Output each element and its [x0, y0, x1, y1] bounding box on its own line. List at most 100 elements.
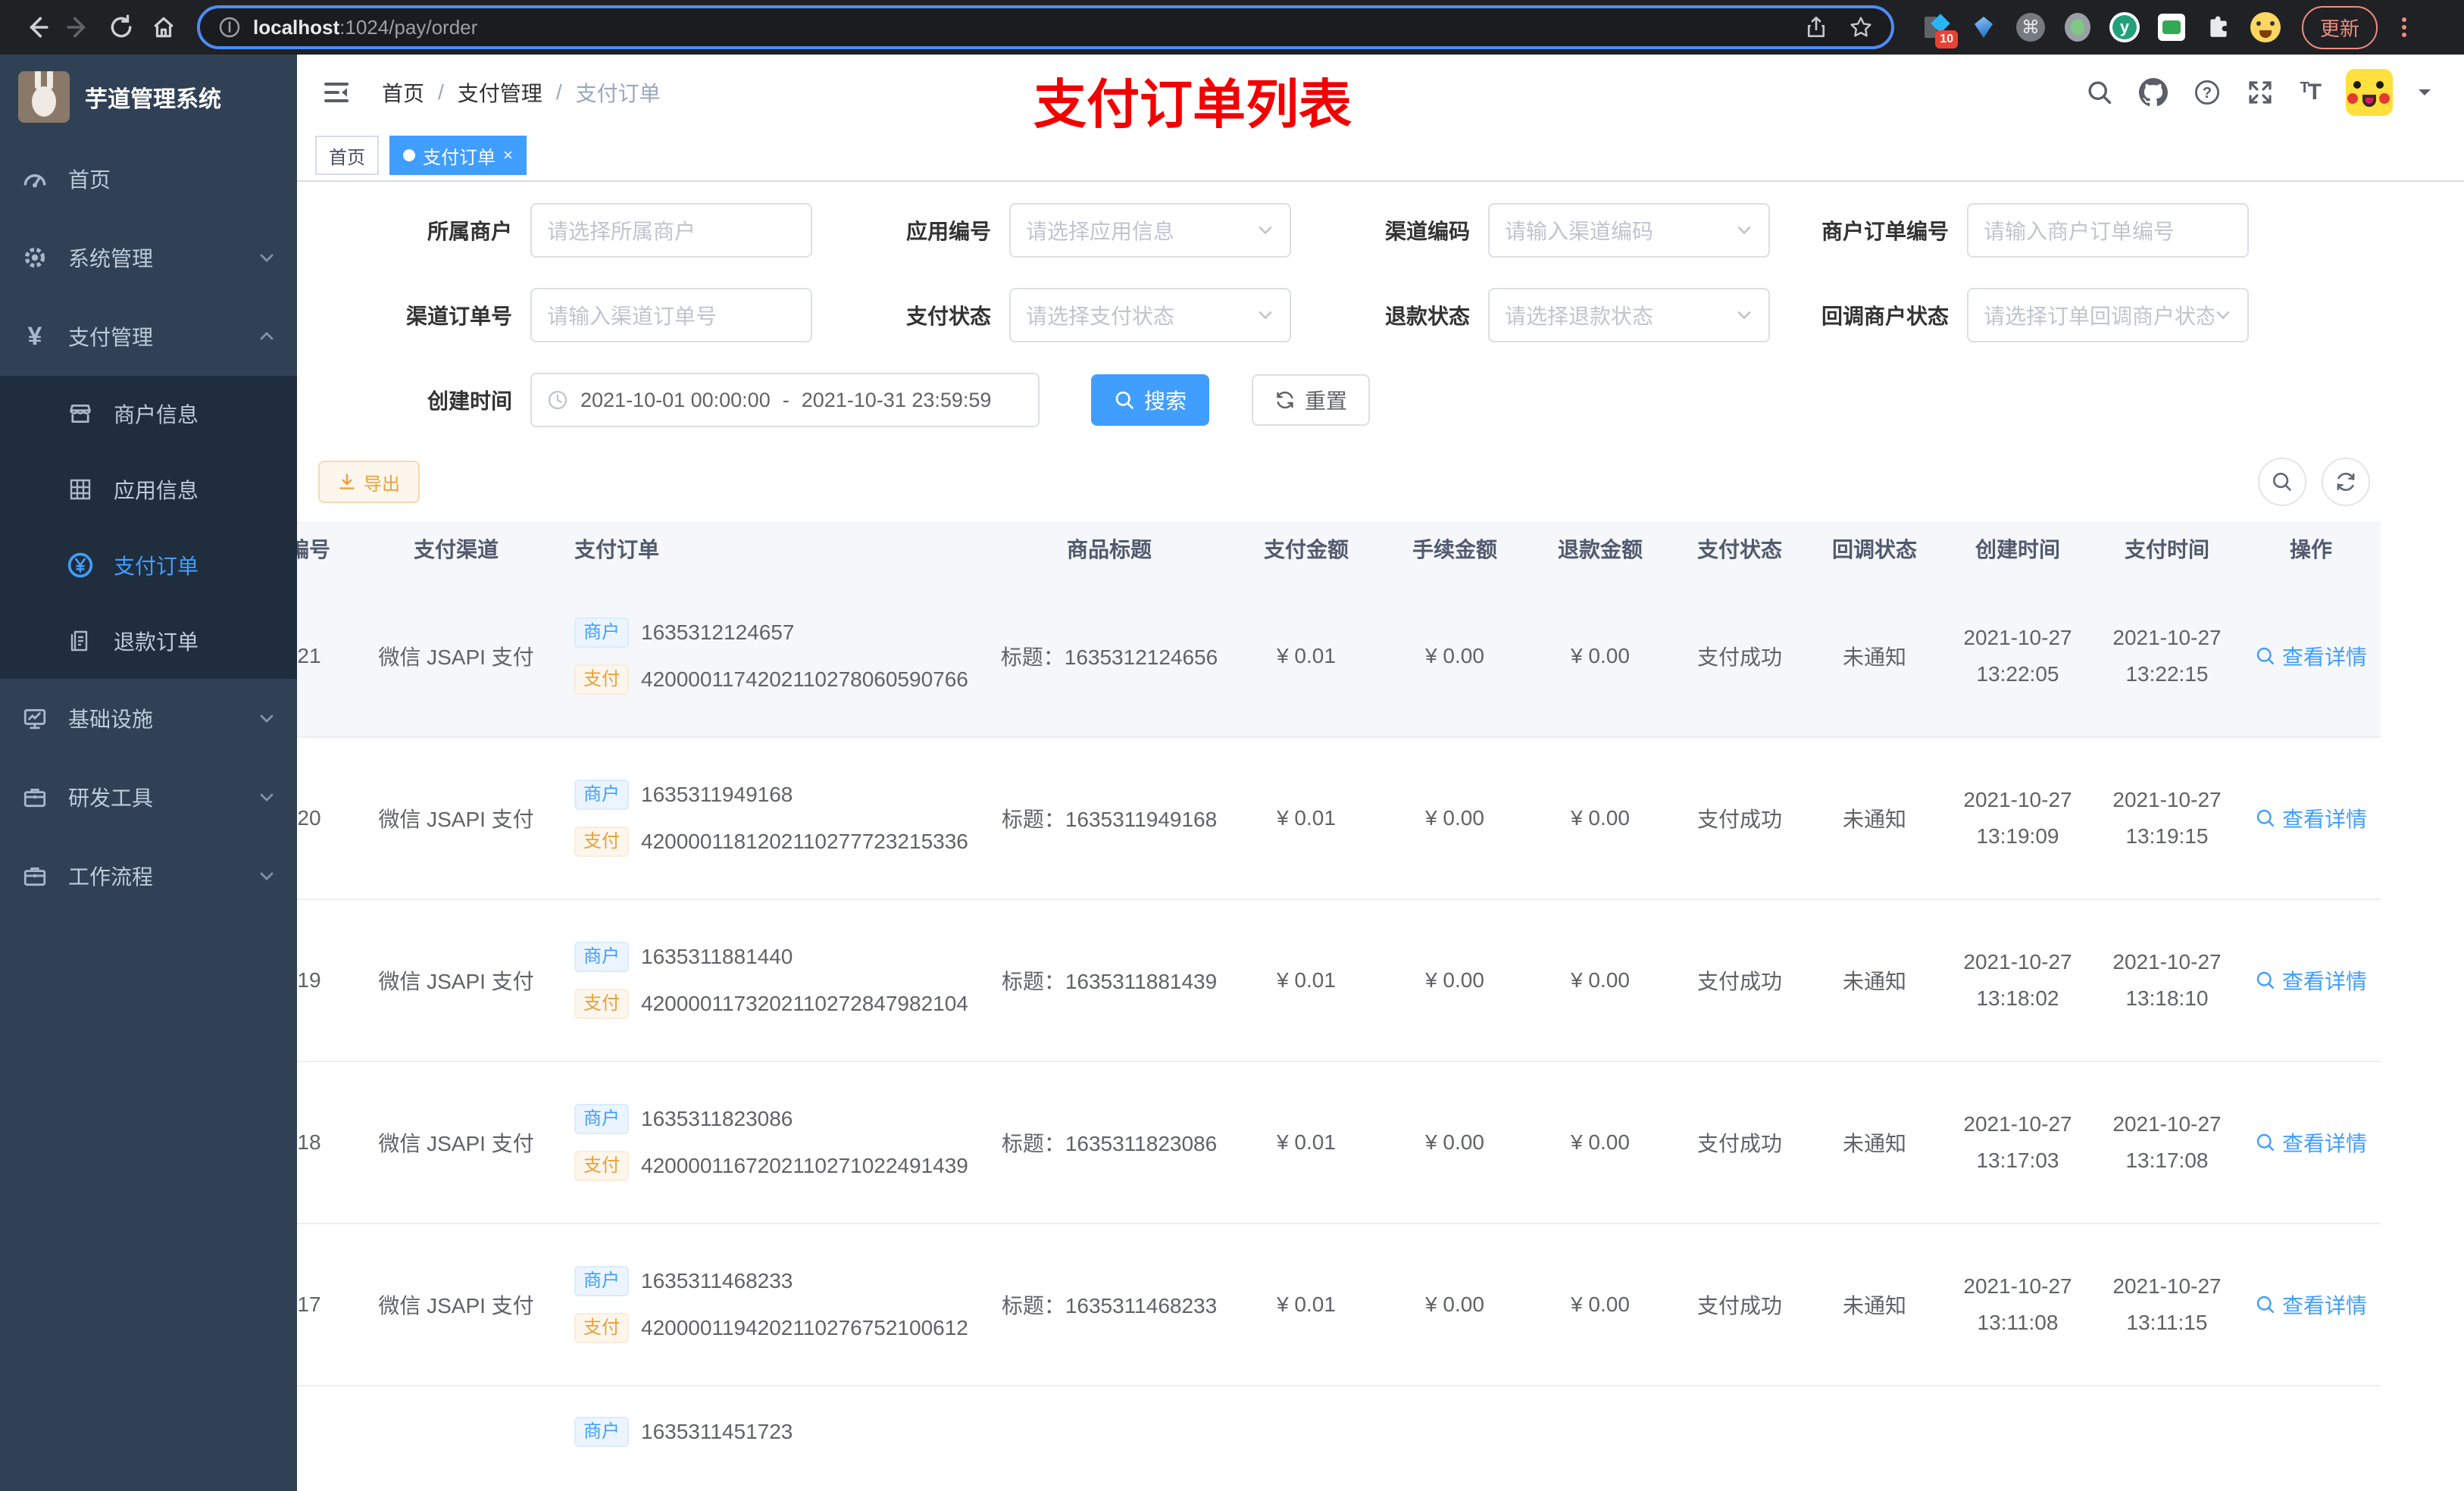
shortcut-extension-icon[interactable]: ⌘: [2015, 12, 2046, 42]
merchant-order-no: 1635311468233: [641, 1269, 793, 1293]
user-avatar[interactable]: [2346, 69, 2393, 116]
page-title: 支付订单列表: [1033, 75, 1352, 134]
view-detail-link[interactable]: 查看详情: [2255, 1127, 2367, 1158]
channel-order-no: 4200001167202110271022491439: [641, 1154, 968, 1177]
merchant-tag: 商户: [574, 1104, 629, 1134]
sidebar-item-workflow[interactable]: 工作流程: [0, 836, 297, 915]
sidebar-logo[interactable]: 芋道管理系统: [0, 55, 297, 139]
filter-input[interactable]: 请选择订单回调商户状态: [1967, 288, 2249, 342]
tab-manager-extension-icon[interactable]: 10: [1921, 12, 1958, 48]
sidebar-item-app-info[interactable]: 应用信息: [0, 452, 297, 527]
view-detail-link[interactable]: 查看详情: [2255, 1289, 2367, 1320]
briefcase-icon: [21, 783, 48, 811]
header-search-icon[interactable]: [2086, 79, 2113, 106]
cell-refund: ¥ 0.00: [1571, 806, 1630, 830]
close-icon[interactable]: ×: [503, 147, 513, 164]
view-detail-link[interactable]: 查看详情: [2255, 965, 2367, 996]
sidebar-item-payment[interactable]: ¥ 支付管理: [0, 297, 297, 376]
fullscreen-icon[interactable]: [2247, 79, 2274, 106]
filter-input[interactable]: 请选择应用信息: [1009, 203, 1291, 258]
cell-refund: ¥ 0.00: [1571, 1293, 1630, 1316]
table-row[interactable]: 19 微信 JSAPI 支付 商户 1635311881440 支付 4200001…: [297, 900, 2381, 1062]
merchant-tag: 商户: [574, 780, 629, 810]
view-detail-link[interactable]: 查看详情: [2255, 641, 2367, 671]
browser-home-button[interactable]: [142, 6, 185, 48]
chrome-update-button[interactable]: 更新: [2302, 5, 2378, 49]
filter-input[interactable]: 请选择所属商户: [530, 203, 812, 258]
toggle-search-button[interactable]: [2258, 458, 2306, 506]
cell-notify-status: 未通知: [1842, 1132, 1906, 1155]
table-toolbar: 导出: [318, 458, 2370, 506]
shop-icon: [67, 400, 94, 427]
sidebar-item-infra[interactable]: 基础设施: [0, 679, 297, 758]
browser-profile-avatar[interactable]: [2250, 12, 2281, 42]
sidebar-item-refund-order[interactable]: 退款订单: [0, 603, 297, 679]
browser-forward-button[interactable]: [58, 6, 100, 48]
cell-title: 标题：1635311881439: [1001, 970, 1218, 993]
cell-id: 21: [297, 644, 321, 667]
filter-label: 商户订单编号: [1821, 220, 1949, 243]
sidebar-item-devtools[interactable]: 研发工具: [0, 758, 297, 836]
breadcrumb-payment[interactable]: 支付管理: [458, 77, 543, 108]
extension-badge: 10: [1935, 30, 1958, 48]
table-row[interactable]: 17 微信 JSAPI 支付 商户 1635311468233 支付 4200001…: [297, 1224, 2381, 1386]
merchant-tag: 商户: [574, 1266, 629, 1296]
column-header: 支付渠道: [413, 538, 499, 561]
browser-reload-button[interactable]: [100, 6, 142, 48]
forward-icon: [67, 17, 86, 38]
avatar-caret-icon[interactable]: [2419, 89, 2431, 102]
screen: localhost:1024/pay/order 10 ⌘ y 更新 芋道管理…: [0, 0, 2464, 1491]
date-range-input[interactable]: 2021-10-01 00:00:00 - 2021-10-31 23:59:5…: [530, 373, 1040, 427]
cell-notify-status: 未通知: [1842, 970, 1906, 993]
view-detail-link[interactable]: 查看详情: [2255, 803, 2367, 833]
table-row[interactable]: 20 微信 JSAPI 支付 商户 1635311949168 支付 4200001…: [297, 738, 2381, 900]
url-bar[interactable]: localhost:1024/pay/order: [197, 5, 1894, 49]
sidebar-item-merchant-info[interactable]: 商户信息: [0, 376, 297, 452]
cell-title: 标题：1635311949168: [1001, 808, 1218, 831]
tag-home[interactable]: 首页: [315, 136, 379, 175]
help-icon[interactable]: ?: [2194, 79, 2221, 106]
table-row-partial[interactable]: 商户 1635311451723: [297, 1386, 2381, 1491]
reload-icon: [111, 14, 132, 38]
sidebar-toggle-button[interactable]: [315, 77, 358, 108]
chat-extension-icon[interactable]: [2156, 12, 2187, 42]
tag-pay-order[interactable]: 支付订单 ×: [389, 136, 527, 175]
browser-menu-button[interactable]: [2393, 14, 2416, 40]
site-info-icon[interactable]: [218, 16, 241, 39]
filter-field: 回调商户状态 请选择订单回调商户状态: [1800, 288, 2249, 342]
share-icon[interactable]: [1805, 16, 1828, 39]
cell-action: 查看详情: [2241, 641, 2381, 671]
breadcrumb-home[interactable]: 首页: [382, 77, 424, 108]
reset-button[interactable]: 重置: [1252, 374, 1371, 426]
cell-pay-status: 支付成功: [1696, 1132, 1782, 1155]
font-size-icon[interactable]: TT: [2300, 80, 2322, 105]
browser-back-button[interactable]: [15, 6, 58, 48]
bookmark-star-icon[interactable]: [1849, 15, 1873, 39]
extensions-puzzle-icon[interactable]: [2203, 12, 2234, 42]
table-row[interactable]: 18 微信 JSAPI 支付 商户 1635311823086 支付 4200001…: [297, 1062, 2381, 1224]
export-button[interactable]: 导出: [318, 461, 420, 503]
filter-input[interactable]: 请选择支付状态: [1009, 288, 1291, 342]
sidebar-item-pay-order[interactable]: 支付订单: [0, 527, 297, 603]
vue-devtools-icon[interactable]: y: [2109, 12, 2140, 42]
magnifier-icon: [2256, 1133, 2275, 1152]
cell-amount: ¥ 0.01: [1277, 644, 1336, 667]
recorder-extension-icon[interactable]: [2062, 12, 2093, 42]
filter-input[interactable]: 请输入渠道订单号: [530, 288, 812, 342]
filter-input[interactable]: 请输入渠道编码: [1488, 203, 1770, 258]
magnifier-icon: [2256, 809, 2275, 827]
logo-rabbit-image: [18, 71, 70, 123]
filter-field: 应用编号 请选择应用信息: [843, 203, 1291, 258]
cell-pay-order: 商户 1635311468233 支付 4200001194202110276752…: [555, 1266, 988, 1343]
search-button[interactable]: 搜索: [1091, 374, 1210, 426]
refresh-table-button[interactable]: [2322, 458, 2370, 506]
active-dot: [403, 149, 415, 161]
table-row[interactable]: 21 微信 JSAPI 支付 商户 1635312124657 支付 4200001…: [297, 576, 2381, 738]
filter-input[interactable]: 请输入商户订单编号: [1967, 203, 2249, 258]
sidebar-item-system[interactable]: 系统管理: [0, 218, 297, 297]
placeholder-text: 请选择所属商户: [547, 220, 696, 243]
sidebar-item-home[interactable]: 首页: [0, 139, 297, 218]
filter-input[interactable]: 请选择退款状态: [1488, 288, 1770, 342]
github-icon[interactable]: [2139, 78, 2169, 107]
pin-extension-icon[interactable]: [1968, 12, 1999, 42]
